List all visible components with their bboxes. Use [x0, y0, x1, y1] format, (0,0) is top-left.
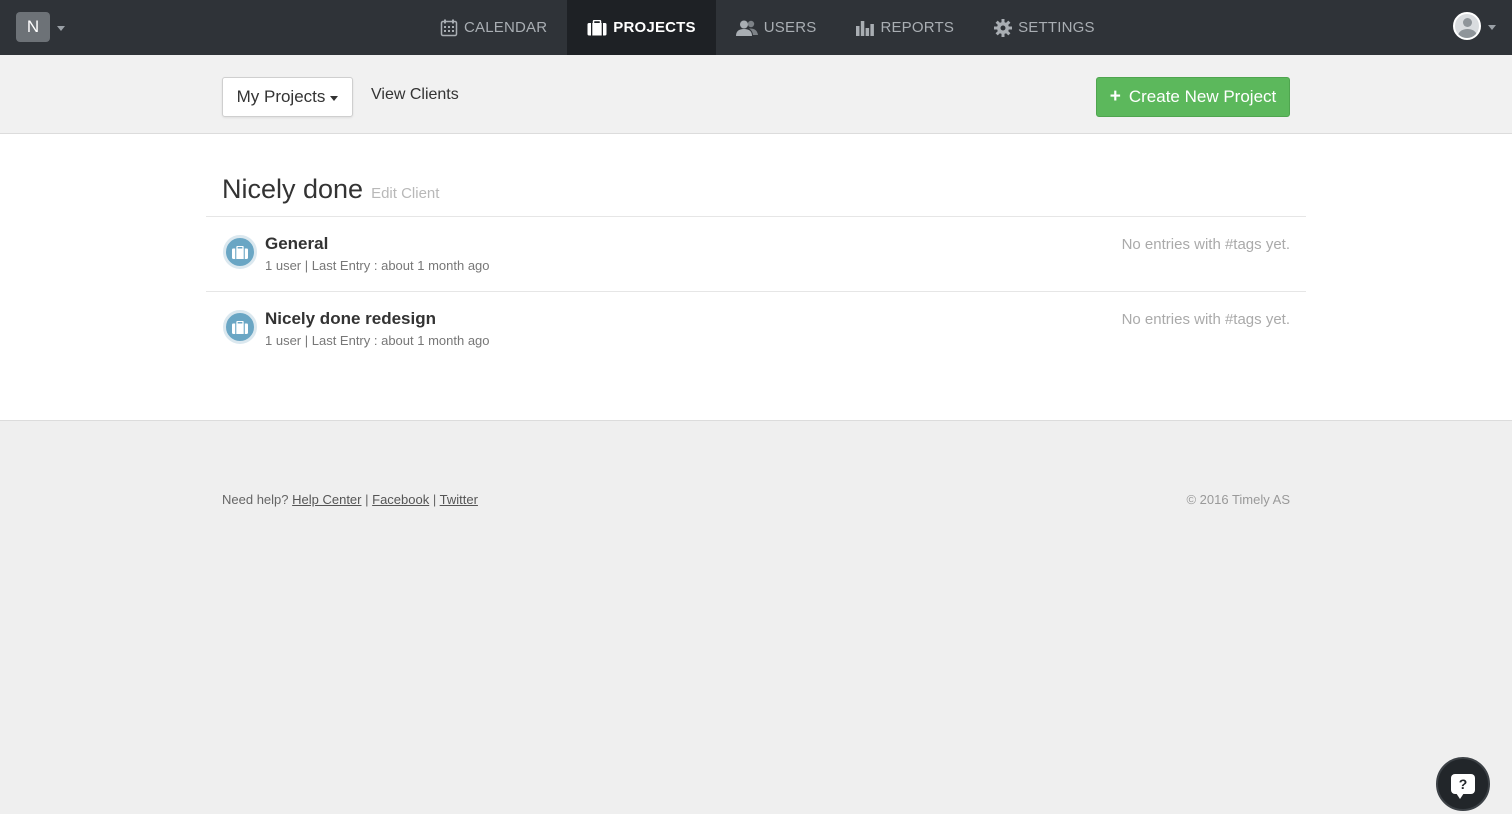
project-list-panel: Nicely done Edit Client General 1 user |… — [0, 134, 1512, 421]
nav-users-label: USERS — [763, 19, 817, 36]
nav-settings-label: SETTINGS — [1018, 19, 1095, 36]
create-new-project-label: Create New Project — [1128, 87, 1277, 106]
chevron-down-icon[interactable] — [1488, 24, 1496, 30]
help-center-link[interactable]: Help Center — [292, 492, 361, 507]
nav-users[interactable]: USERS — [716, 0, 837, 55]
nav-projects-label: PROJECTS — [613, 19, 696, 36]
my-projects-label: My Projects — [236, 87, 326, 106]
view-clients-link[interactable]: View Clients — [371, 86, 459, 104]
briefcase-icon — [223, 310, 257, 344]
users-icon — [735, 20, 758, 36]
calendar-icon — [440, 19, 458, 37]
nav-calendar[interactable]: CALENDAR — [420, 0, 567, 55]
project-tags-status: No entries with #tags yet. — [1121, 311, 1290, 328]
plus-icon: + — [1109, 86, 1121, 107]
twitter-link[interactable]: Twitter — [440, 492, 478, 507]
my-projects-dropdown[interactable]: My Projects — [222, 77, 353, 117]
create-new-project-button[interactable]: + Create New Project — [1096, 77, 1290, 117]
footer-separator: | — [365, 492, 369, 507]
client-header: Nicely done Edit Client — [222, 174, 439, 205]
workspace-badge[interactable]: N — [16, 12, 50, 42]
project-list: General 1 user | Last Entry : about 1 mo… — [206, 216, 1306, 366]
nav-settings[interactable]: SETTINGS — [974, 0, 1115, 55]
client-name: Nicely done — [222, 174, 364, 204]
bar-chart-icon — [856, 20, 875, 36]
help-bubble-icon: ? — [1451, 774, 1475, 799]
sub-header: My Projects View Clients + Create New Pr… — [0, 55, 1512, 134]
footer-separator: | — [432, 492, 437, 507]
facebook-link[interactable]: Facebook — [372, 492, 429, 507]
question-mark: ? — [1458, 776, 1468, 792]
copyright: © 2016 Timely AS — [1186, 492, 1290, 507]
caret-down-icon — [330, 95, 339, 101]
project-meta: 1 user | Last Entry : about 1 month ago — [265, 333, 490, 348]
nav-reports-label: REPORTS — [880, 19, 955, 36]
need-help-text: Need help? — [222, 492, 289, 507]
gear-icon — [994, 18, 1013, 37]
workspace-switcher[interactable]: N — [16, 12, 65, 42]
project-meta: 1 user | Last Entry : about 1 month ago — [265, 258, 490, 273]
edit-client-link[interactable]: Edit Client — [371, 185, 439, 202]
project-row[interactable]: Nicely done redesign 1 user | Last Entry… — [206, 291, 1306, 366]
top-navigation-bar: N CALENDAR PROJECTS USERS REPORTS SETTIN… — [0, 0, 1512, 55]
project-title[interactable]: General — [265, 234, 328, 254]
chevron-down-icon[interactable] — [57, 25, 65, 31]
main-nav: CALENDAR PROJECTS USERS REPORTS SETTINGS — [420, 0, 1115, 55]
avatar[interactable] — [1453, 12, 1481, 40]
briefcase-icon — [223, 235, 257, 269]
help-chat-button[interactable]: ? — [1436, 757, 1490, 811]
nav-calendar-label: CALENDAR — [464, 19, 548, 36]
project-tags-status: No entries with #tags yet. — [1121, 236, 1290, 253]
briefcase-icon — [587, 19, 607, 36]
footer-help: Need help? Help Center | Facebook | Twit… — [222, 492, 478, 507]
nav-reports[interactable]: REPORTS — [836, 0, 974, 55]
user-menu[interactable] — [1453, 12, 1496, 40]
project-title[interactable]: Nicely done redesign — [265, 309, 436, 329]
nav-projects[interactable]: PROJECTS — [567, 0, 716, 55]
project-row[interactable]: General 1 user | Last Entry : about 1 mo… — [206, 216, 1306, 291]
